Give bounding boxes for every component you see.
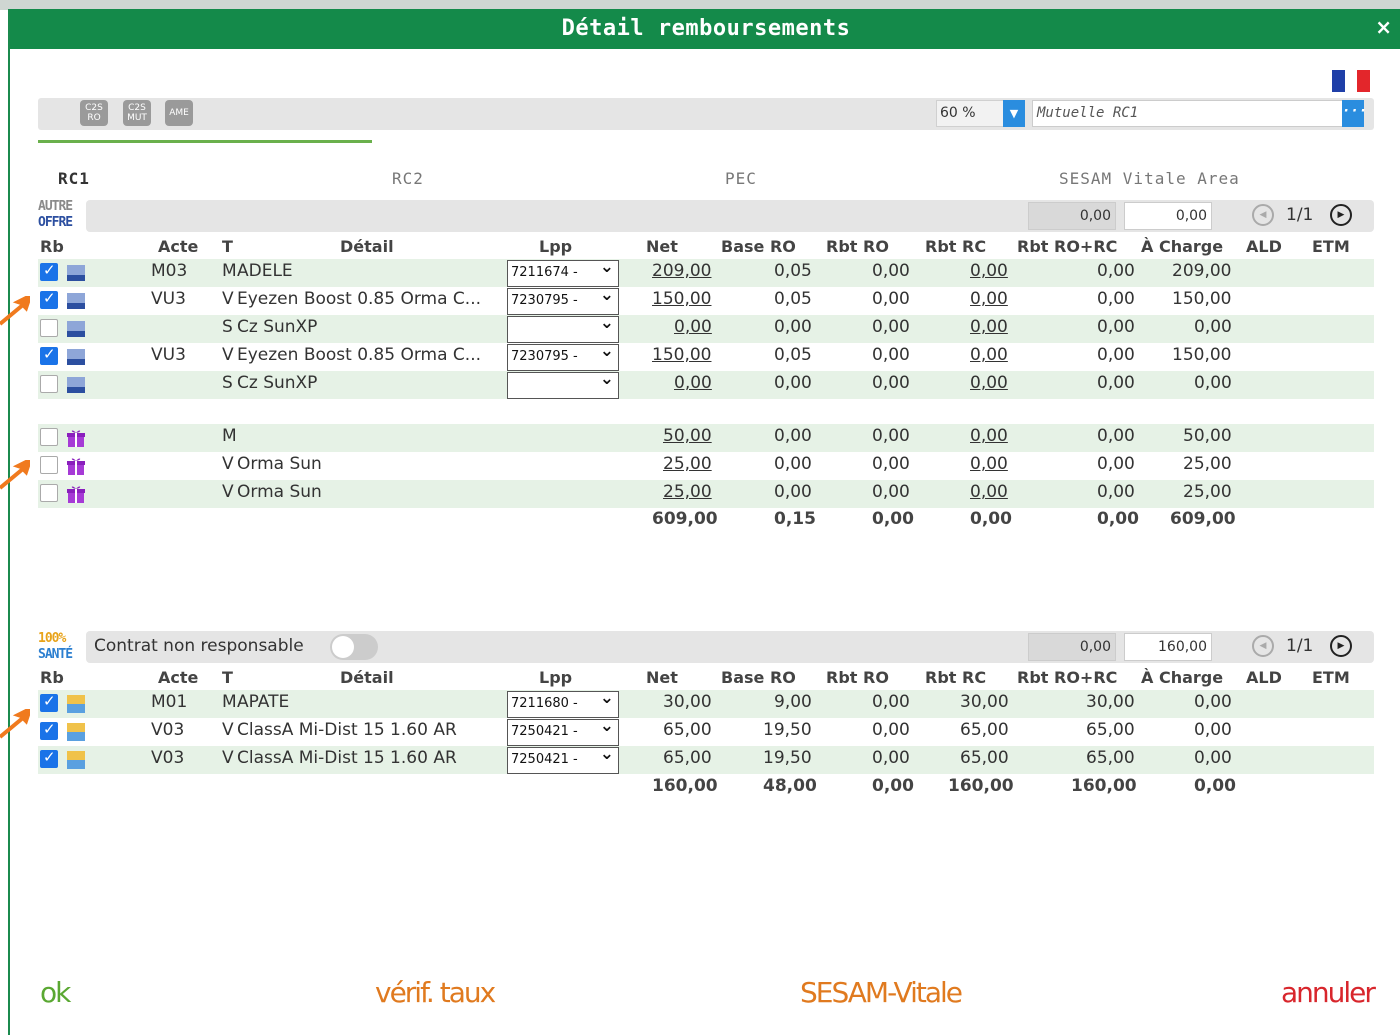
annuler-button[interactable]: annuler [1281,976,1376,1009]
offre-icon [67,349,85,365]
next-page-icon[interactable]: ▶ [1330,204,1352,226]
reimburse-checkbox[interactable] [40,692,58,712]
coverage-toolbar: C2S RO C2S MUT AME 60 % ▼ Mutuelle RC1 ·… [38,98,1374,130]
section1-pager: 1/1 [1286,205,1314,225]
offre-icon [67,293,85,309]
contract-toggle[interactable] [330,634,378,660]
annotation-arrow-icon [0,460,30,490]
reimburse-checkbox[interactable] [40,456,58,474]
table-row[interactable]: V03 V ClassA Mi-Dist 15 1.60 AR 7250421 … [38,716,1374,746]
dialog-title: Détail remboursements [561,16,851,41]
sante-100-icon [67,751,85,769]
active-tab-indicator [38,140,372,143]
c2s-ro-button[interactable]: C2S RO [80,100,108,126]
table-row[interactable]: M01 M APATE 7211680 - 30,00 9,00 0,00 30… [38,688,1374,718]
table-row[interactable]: M 50,00 0,00 0,00 0,00 0,00 50,00 [38,424,1374,452]
section2-total-input[interactable]: 160,00 [1124,633,1212,661]
section2-pager: 1/1 [1286,636,1314,656]
tab-rc1[interactable]: RC1 [58,169,90,188]
verif-taux-button[interactable]: vérif. taux [375,976,496,1009]
lpp-select[interactable]: 7250421 - [507,744,619,774]
table-row[interactable]: V Orma Sun 25,00 0,00 0,00 0,00 0,00 25,… [38,480,1374,508]
offre-icon [67,321,85,337]
tab-pec[interactable]: PEC [725,169,757,188]
lpp-select[interactable]: 7250421 - [507,716,619,746]
toggle-knob [332,636,354,658]
lpp-select[interactable]: 7230795 - [507,341,619,371]
annotation-arrow-icon [0,296,30,326]
offre-icon [67,265,85,281]
tab-rc2[interactable]: RC2 [392,169,424,188]
rate-value: 60 % [940,105,976,121]
reimburse-checkbox[interactable] [40,375,58,393]
table-row[interactable]: M03 M ADELE 7211674 - 209,00 0,05 0,00 0… [38,257,1374,287]
annotation-arrow-icon [0,709,30,739]
section1-summary-bar: 0,00 0,00 ◀ 1/1 ▶ [86,200,1374,232]
section1-total-input[interactable]: 0,00 [1124,202,1212,230]
reimburse-checkbox[interactable] [40,261,58,281]
reimburse-checkbox[interactable] [40,720,58,740]
c2s-mut-button[interactable]: C2S MUT [123,100,151,126]
prev-page-icon[interactable]: ◀ [1252,204,1274,226]
gift-icon [67,458,85,475]
100-sante-logo: 100% SANTÉ [38,631,73,662]
reimburse-checkbox[interactable] [40,484,58,502]
section2-summary-bar: Contrat non responsable 0,00 160,00 ◀ 1/… [86,631,1374,663]
ame-button[interactable]: AME [165,100,193,126]
next-page-icon[interactable]: ▶ [1330,635,1352,657]
autre-offre-logo: AUTRE OFFRE [38,199,73,230]
sante-100-icon [67,723,85,741]
table-row[interactable]: VU3 V Eyezen Boost 0.85 Orma C... 723079… [38,341,1374,371]
table-row[interactable]: S Cz SunXP 0,00 0,00 0,00 0,00 0,00 0,00 [38,369,1374,399]
lpp-select[interactable] [507,313,619,343]
prev-page-icon[interactable]: ◀ [1252,635,1274,657]
lpp-select[interactable] [507,369,619,399]
section1-total-ro: 0,00 [1028,202,1116,230]
mutuelle-placeholder: Mutuelle RC1 [1037,105,1139,121]
section1-totals-row: 609,00 0,15 0,00 0,00 0,00 609,00 [652,509,1236,529]
reimburse-checkbox[interactable] [40,319,58,337]
lpp-select[interactable]: 7230795 - [507,285,619,315]
more-icon[interactable]: ··· [1342,100,1367,127]
dialog-titlebar: Détail remboursements × [10,9,1400,49]
section2-totals-row: 160,00 48,00 0,00 160,00 160,00 0,00 [652,776,1236,796]
close-icon[interactable]: × [1375,15,1392,39]
tab-sesam-vitale-area[interactable]: SESAM Vitale Area [1059,169,1240,188]
lpp-select[interactable]: 7211680 - [507,688,619,718]
table-row[interactable]: V Orma Sun 25,00 0,00 0,00 0,00 0,00 25,… [38,452,1374,480]
offre-icon [67,377,85,393]
french-flag-icon[interactable] [1332,70,1371,92]
reimburse-checkbox[interactable] [40,289,58,309]
section2-header: Rb Acte T Détail Lpp Net Base RO Rbt RO … [40,668,1350,687]
chevron-down-icon[interactable]: ▼ [1003,100,1025,127]
table-row[interactable]: V03 V ClassA Mi-Dist 15 1.60 AR 7250421 … [38,744,1374,774]
lpp-select[interactable]: 7211674 - [507,257,619,287]
gift-icon [67,430,85,447]
reimbursement-dialog: Détail remboursements × C2S RO C2S MUT A… [8,9,1400,1035]
mutuelle-field[interactable]: Mutuelle RC1 ··· [1032,100,1367,127]
sesam-vitale-button[interactable]: SESAM-Vitale [800,976,963,1009]
table-row[interactable]: VU3 V Eyezen Boost 0.85 Orma C... 723079… [38,285,1374,315]
rate-select[interactable]: 60 % ▼ [936,100,1025,127]
reimburse-checkbox[interactable] [40,345,58,365]
reimburse-checkbox[interactable] [40,748,58,768]
table-row[interactable]: S Cz SunXP 0,00 0,00 0,00 0,00 0,00 0,00 [38,313,1374,343]
gift-icon [67,486,85,503]
section2-total-ro: 0,00 [1028,633,1116,661]
sante-100-icon [67,695,85,713]
contract-label: Contrat non responsable [94,636,304,656]
section1-header: Rb Acte T Détail Lpp Net Base RO Rbt RO … [40,237,1350,256]
ok-button[interactable]: ok [40,976,71,1009]
reimburse-checkbox[interactable] [40,428,58,446]
